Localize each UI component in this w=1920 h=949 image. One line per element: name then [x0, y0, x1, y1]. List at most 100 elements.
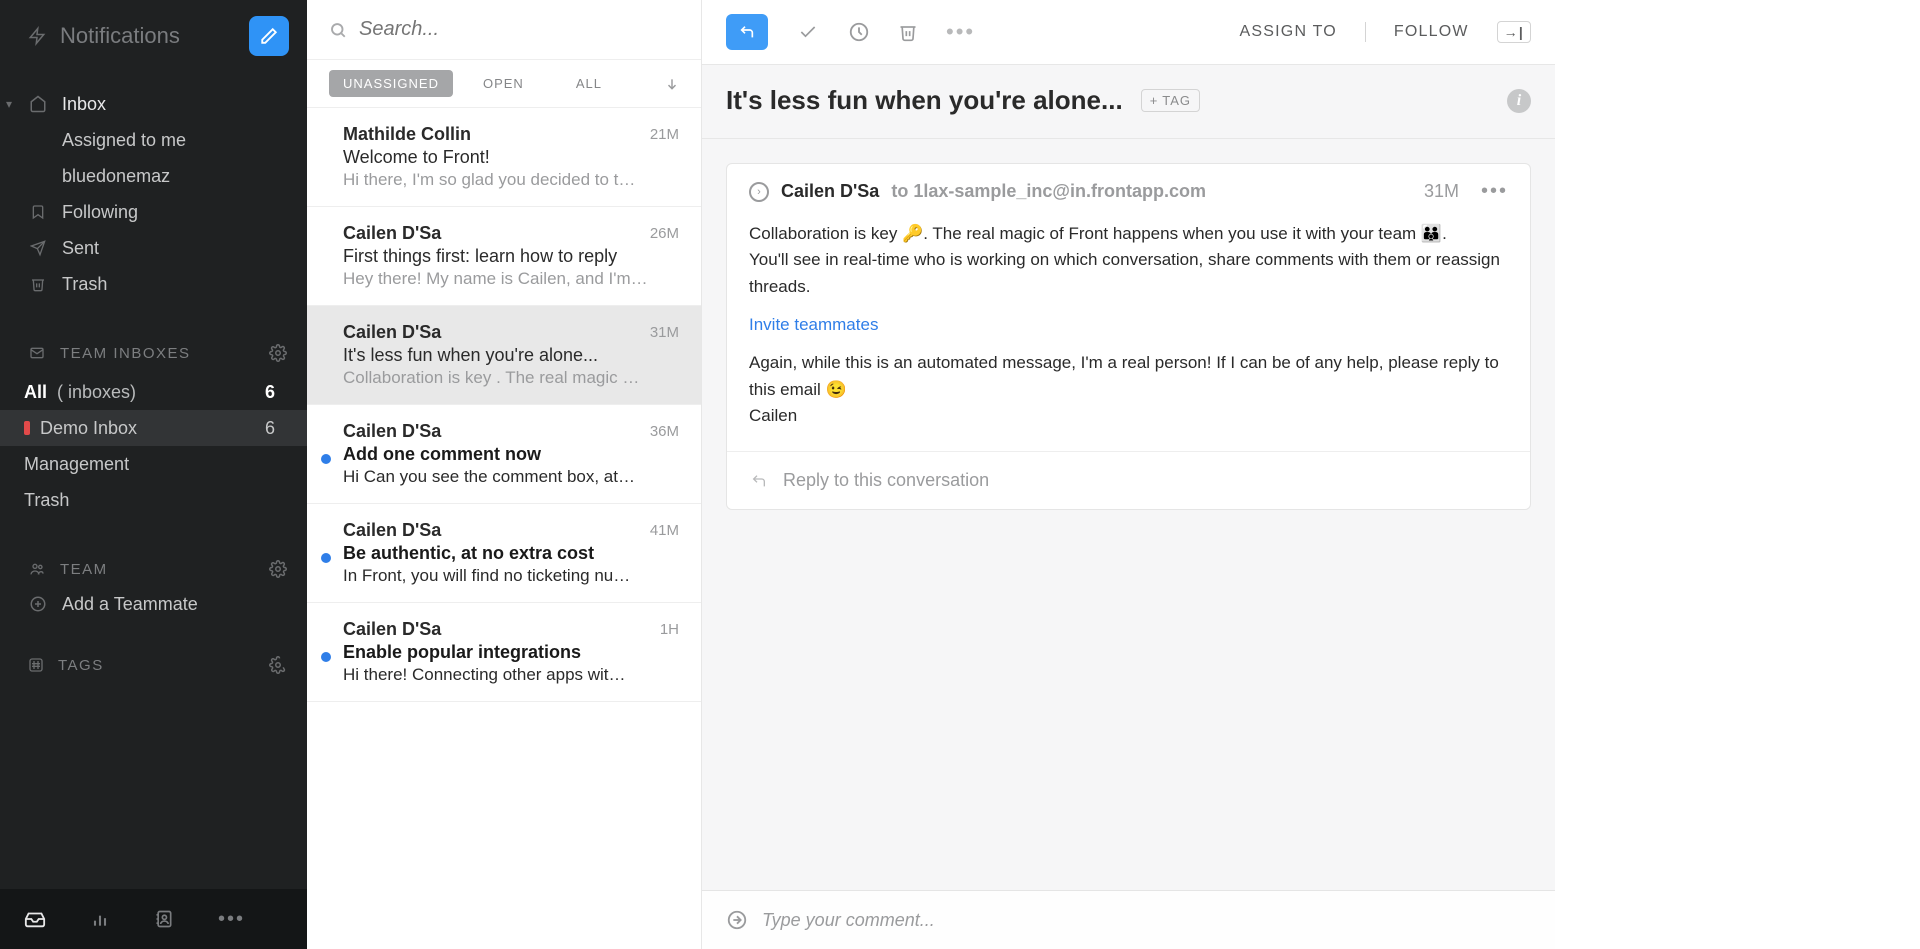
trash-icon	[28, 275, 48, 293]
invite-teammates-link[interactable]: Invite teammates	[749, 315, 878, 334]
bolt-icon	[28, 25, 46, 47]
sidebar-item-following[interactable]: Following	[0, 194, 307, 230]
all-label: All	[24, 382, 47, 403]
filter-tabs: UNASSIGNED OPEN ALL	[307, 60, 701, 108]
comment-bar[interactable]: Type your comment...	[702, 890, 1555, 949]
conv-subject: Welcome to Front!	[343, 147, 679, 168]
mgmt-label: Management	[24, 454, 129, 475]
plus-icon: +	[1150, 93, 1159, 108]
message-header[interactable]: › Cailen D'Sa to 1lax-sample_inc@in.fron…	[727, 164, 1530, 219]
conv-time: 26M	[650, 225, 679, 242]
sidebar-bottom-nav: •••	[0, 889, 307, 949]
conv-sender: Cailen D'Sa	[343, 322, 441, 343]
follow-button[interactable]: FOLLOW	[1394, 23, 1469, 41]
gear-icon[interactable]	[269, 344, 287, 362]
sidebar-item-bluedonemaz[interactable]: bluedonemaz	[0, 158, 307, 194]
conversation-item[interactable]: Cailen D'Sa36MAdd one comment nowHi Can …	[307, 405, 701, 504]
body-line-2: You'll see in real-time who is working o…	[749, 250, 1500, 295]
unread-dot	[321, 553, 331, 563]
check-icon[interactable]	[796, 22, 820, 42]
conv-subject: Be authentic, at no extra cost	[343, 543, 679, 564]
compose-button[interactable]	[249, 16, 289, 56]
reply-prompt-text: Reply to this conversation	[783, 470, 989, 491]
sidebar-item-assigned-to-me[interactable]: Assigned to me	[0, 122, 307, 158]
hash-icon	[28, 657, 44, 673]
tag-button[interactable]: + TAG	[1141, 89, 1200, 112]
conversation-item[interactable]: Mathilde Collin21MWelcome to Front!Hi th…	[307, 108, 701, 207]
conv-time: 1H	[660, 621, 679, 638]
conv-preview: Hi there! Connecting other apps wit…	[343, 665, 679, 685]
sort-arrow-icon[interactable]	[665, 76, 679, 92]
comment-placeholder: Type your comment...	[762, 910, 935, 931]
more-icon[interactable]: •••	[218, 908, 245, 931]
all-count: 6	[265, 382, 275, 403]
body-line-1: Collaboration is key 🔑. The real magic o…	[749, 224, 1447, 243]
filter-all[interactable]: ALL	[554, 70, 624, 97]
team-inbox-all[interactable]: All ( inboxes) 6	[0, 374, 307, 410]
search-bar	[307, 0, 701, 60]
conv-sender: Cailen D'Sa	[343, 223, 441, 244]
inbox-icon	[28, 345, 46, 361]
search-input[interactable]	[359, 18, 679, 41]
to-prefix: to	[891, 181, 913, 201]
reply-prompt[interactable]: Reply to this conversation	[727, 451, 1530, 509]
sidebar-item-sent[interactable]: Sent	[0, 230, 307, 266]
users-icon	[28, 561, 46, 577]
all-sublabel: ( inboxes)	[57, 382, 136, 403]
team-header: TEAM	[0, 548, 307, 590]
team-inboxes-header: TEAM INBOXES	[0, 332, 307, 374]
subject-bar: It's less fun when you're alone... + TAG…	[702, 65, 1555, 139]
conversation-item[interactable]: Cailen D'Sa 26M First things first: learn …	[307, 207, 701, 306]
home-icon	[28, 95, 48, 113]
delete-icon[interactable]	[898, 21, 918, 43]
add-teammate-button[interactable]: Add a Teammate	[0, 586, 307, 622]
notifications-title[interactable]: Notifications	[28, 23, 180, 49]
conversation-list: UNASSIGNED OPEN ALL Mathilde Collin21MWe…	[307, 0, 702, 949]
conv-subject: It's less fun when you're alone...	[343, 345, 679, 366]
contacts-icon[interactable]	[154, 908, 174, 930]
info-icon[interactable]: i	[1507, 89, 1531, 113]
conv-preview: Collaboration is key . The real magic …	[343, 368, 679, 388]
more-horizontal-icon[interactable]: •••	[1481, 180, 1508, 203]
conv-subject: Add one comment now	[343, 444, 679, 465]
clock-icon[interactable]	[848, 21, 870, 43]
subject-text: It's less fun when you're alone...	[726, 85, 1123, 116]
unread-dot	[321, 454, 331, 464]
message-body: Collaboration is key 🔑. The real magic o…	[727, 219, 1530, 451]
gear-icon[interactable]	[269, 560, 287, 578]
filter-open[interactable]: OPEN	[461, 70, 546, 97]
demo-label: Demo Inbox	[40, 418, 137, 439]
conversation-item[interactable]: Cailen D'Sa41MBe authentic, at no extra …	[307, 504, 701, 603]
analytics-icon[interactable]	[90, 909, 110, 929]
conv-preview: Hi there, I'm so glad you decided to t…	[343, 170, 679, 190]
sidebar-item-inbox[interactable]: ▾ Inbox	[0, 86, 307, 122]
inbox-tray-icon[interactable]	[24, 908, 46, 930]
gear-icon[interactable]	[269, 656, 287, 674]
conversation-item[interactable]: Cailen D'Sa 31M It's less fun when you're …	[307, 306, 701, 405]
team-inboxes-label: TEAM INBOXES	[60, 345, 191, 362]
sent-label: Sent	[62, 238, 99, 259]
team-inbox-management[interactable]: Management	[0, 446, 307, 482]
team-inbox-demo[interactable]: Demo Inbox 6	[0, 410, 307, 446]
team-inbox-trash[interactable]: Trash	[0, 482, 307, 518]
message-pane: ••• ASSIGN TO FOLLOW →| It's less fun wh…	[702, 0, 1555, 949]
reply-button[interactable]	[726, 14, 768, 50]
status-dot	[24, 421, 30, 435]
message-to: 1lax-sample_inc@in.frontapp.com	[913, 181, 1206, 201]
send-icon	[28, 239, 48, 257]
collapse-panel-button[interactable]: →|	[1497, 21, 1531, 43]
sidebar-item-trash[interactable]: Trash	[0, 266, 307, 302]
assign-to-button[interactable]: ASSIGN TO	[1240, 23, 1337, 41]
conv-subject: First things first: learn how to reply	[343, 246, 679, 267]
conversation-item[interactable]: Cailen D'Sa1HEnable popular integrations…	[307, 603, 701, 702]
tags-header: TAGS	[0, 644, 307, 686]
conv-preview: In Front, you will find no ticketing nu…	[343, 566, 679, 586]
body-line-3: Again, while this is an automated messag…	[749, 353, 1499, 398]
assigned-label: Assigned to me	[62, 130, 186, 151]
message-toolbar: ••• ASSIGN TO FOLLOW →|	[702, 0, 1555, 65]
conv-sender: Cailen D'Sa	[343, 520, 441, 541]
sidebar: Notifications ▾ Inbox Assigned to me blu…	[0, 0, 307, 949]
more-horizontal-icon[interactable]: •••	[946, 19, 975, 45]
conv-time: 31M	[650, 324, 679, 341]
filter-unassigned[interactable]: UNASSIGNED	[329, 70, 453, 97]
